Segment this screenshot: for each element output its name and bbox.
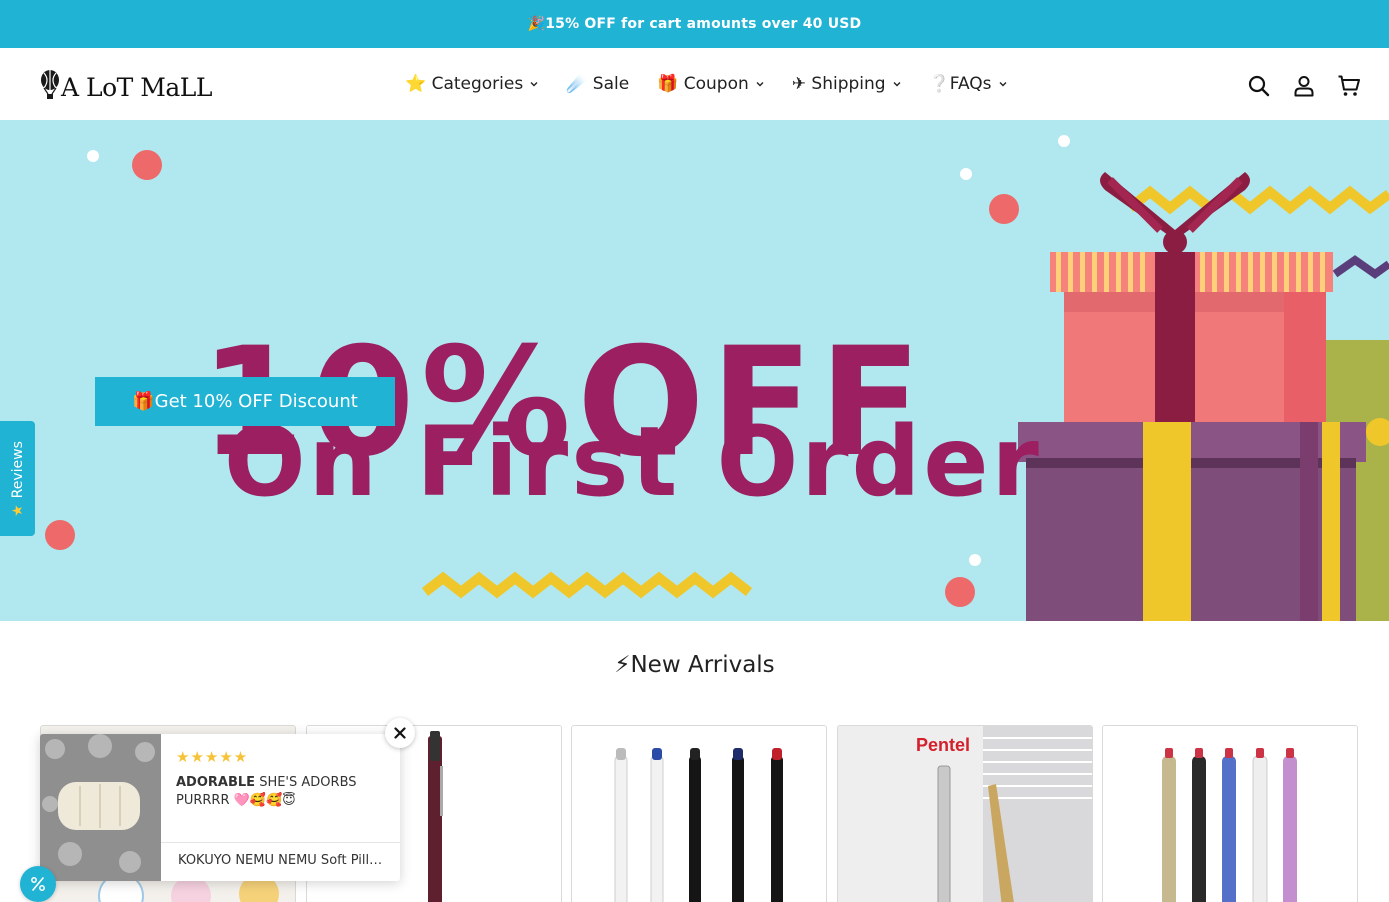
close-icon bbox=[394, 727, 406, 739]
nav-coupon-label: 🎁 Coupon bbox=[657, 74, 749, 94]
nav-sale[interactable]: ☄️ Sale bbox=[566, 74, 629, 94]
review-popup[interactable]: ★★★★★ ADORABLE SHE'S ADORBS PURRRR 🩷🥰🥰😇 … bbox=[40, 734, 400, 881]
nav-sale-label: ☄️ Sale bbox=[566, 74, 630, 94]
nav-faqs-label: ❔FAQs bbox=[928, 74, 992, 94]
nav-categories-label: ⭐ Categories bbox=[405, 74, 524, 94]
chevron-down-icon bbox=[893, 82, 901, 87]
review-rating-stars: ★★★★★ bbox=[176, 748, 249, 766]
search-icon[interactable] bbox=[1247, 74, 1271, 98]
new-arrivals-title: ⚡New Arrivals bbox=[614, 652, 775, 678]
review-product-name[interactable]: KOKUYO NEMU NEMU Soft Pillow Pen Case bbox=[178, 853, 388, 868]
nav-coupon[interactable]: 🎁 Coupon bbox=[657, 74, 764, 94]
announcement-bar: 🎉15% OFF for cart amounts over 40 USD bbox=[0, 0, 1389, 48]
discount-tag-icon bbox=[31, 877, 45, 891]
header-icons bbox=[1226, 74, 1361, 98]
main-nav: ⭐ Categories ☄️ Sale 🎁 Coupon ✈ Shipping… bbox=[405, 72, 1035, 96]
nav-categories[interactable]: ⭐ Categories bbox=[405, 74, 538, 94]
reviews-side-tab[interactable]: ★ Reviews bbox=[0, 421, 35, 536]
product-card[interactable] bbox=[1102, 725, 1358, 902]
product-image: Pentel bbox=[838, 726, 1092, 902]
review-text: ADORABLE SHE'S ADORBS PURRRR 🩷🥰🥰😇 bbox=[176, 774, 386, 810]
product-card[interactable]: Pentel bbox=[837, 725, 1093, 902]
chevron-down-icon bbox=[999, 82, 1007, 87]
chevron-down-icon bbox=[756, 82, 764, 87]
product-image bbox=[1103, 726, 1357, 902]
logo-text: A LoT MaLL bbox=[61, 73, 212, 102]
chevron-down-icon bbox=[530, 82, 538, 87]
nav-shipping-label: ✈ Shipping bbox=[791, 74, 886, 94]
cart-icon[interactable] bbox=[1337, 74, 1361, 98]
get-discount-button[interactable]: 🎁Get 10% OFF Discount bbox=[95, 377, 395, 426]
star-icon: ★ bbox=[9, 503, 26, 517]
nav-faqs[interactable]: ❔FAQs bbox=[929, 74, 1007, 94]
review-divider bbox=[161, 842, 400, 843]
site-header: A LoT MaLL ⭐ Categories ☄️ Sale 🎁 Coupon… bbox=[0, 48, 1389, 120]
hero-banner[interactable]: 10%OFF On First Order 🎁Get 10% OFF Disco… bbox=[0, 120, 1389, 621]
hot-air-balloon-icon bbox=[41, 70, 59, 99]
reviews-tab-label: Reviews bbox=[9, 440, 26, 498]
product-card[interactable] bbox=[571, 725, 827, 902]
product-image bbox=[572, 726, 826, 902]
nav-shipping[interactable]: ✈ Shipping bbox=[792, 74, 901, 94]
discount-widget-button[interactable] bbox=[20, 866, 56, 902]
site-logo[interactable]: A LoT MaLL bbox=[40, 66, 212, 100]
announcement-text: 🎉15% OFF for cart amounts over 40 USD bbox=[527, 16, 862, 32]
account-icon[interactable] bbox=[1292, 74, 1316, 98]
close-popup-button[interactable] bbox=[385, 718, 415, 748]
svg-text:Pentel: Pentel bbox=[916, 735, 970, 755]
review-product-image bbox=[40, 734, 161, 881]
banner-headline-first-order: On First Order bbox=[224, 406, 1042, 518]
review-title: ADORABLE bbox=[176, 775, 256, 790]
